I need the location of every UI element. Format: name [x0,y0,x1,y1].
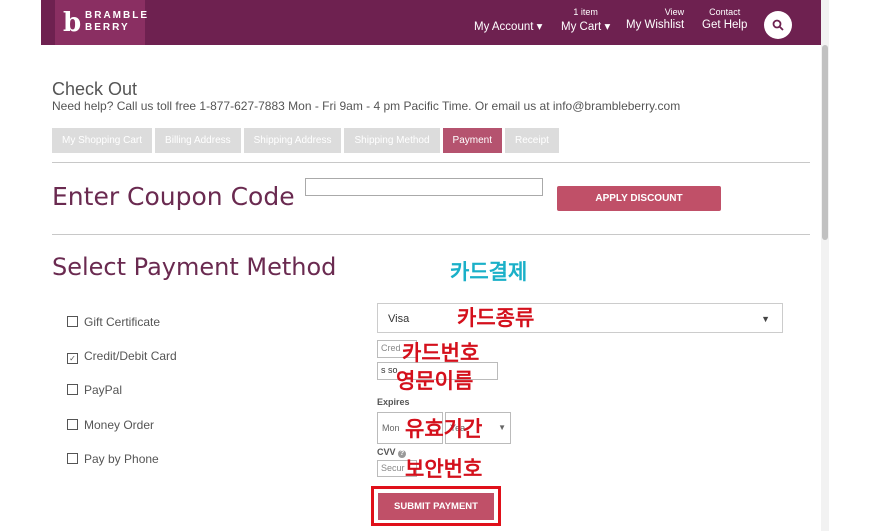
expires-label: Expires [377,397,410,407]
option-money-order[interactable]: Money Order [67,418,154,432]
checkbox-checked[interactable]: ✓ [67,353,78,364]
card-type-value: Visa [388,313,410,325]
payment-method-title: Select Payment Method [52,253,337,281]
annotation-card-payment: 카드결제 [450,260,528,284]
checkbox[interactable] [67,316,78,327]
logo-line-2: BERRY [85,22,130,33]
chevron-down-icon: ▼ [498,423,506,432]
cvv-label: CVV ? [377,447,407,458]
search-icon[interactable] [764,11,792,39]
option-label: Money Order [84,418,155,432]
my-account-link[interactable]: My Account ▾ [474,19,542,33]
annotation-expiry: 유효기간 [405,417,483,441]
brand-logo[interactable]: b BRAMBLE BERRY [55,0,147,45]
card-type-select[interactable]: Visa ▼ [377,303,783,333]
get-help-link[interactable]: Get Help [702,19,747,31]
page-scrollbar[interactable] [821,0,829,531]
chevron-down-icon: ▼ [761,314,770,324]
checkbox[interactable] [67,419,78,430]
apply-discount-button[interactable]: APPLY DISCOUNT [557,186,721,211]
nav-my-wishlist[interactable]: View My Wishlist [626,7,684,31]
option-credit-debit-card[interactable]: ✓ Credit/Debit Card [67,349,177,364]
nav-my-cart[interactable]: 1 item My Cart ▾ [561,7,610,33]
annotation-english-name: 영문이름 [396,369,474,393]
view-label: View [664,7,685,17]
logo-line-1: BRAMBLE [85,10,149,21]
contact-label: Contact [709,7,741,17]
my-cart-link[interactable]: My Cart ▾ [561,19,610,33]
logo-wordmark: BRAMBLE BERRY [85,10,149,34]
option-label: Credit/Debit Card [84,349,177,363]
tab-shipping-address[interactable]: Shipping Address [243,128,342,153]
checkbox[interactable] [67,453,78,464]
checkout-steps: My Shopping Cart Billing Address Shippin… [52,128,559,153]
nav-my-account[interactable]: My Account ▾ [474,7,542,33]
checkout-page: b BRAMBLE BERRY My Account ▾ 1 item My C… [41,0,821,531]
tab-billing-address[interactable]: Billing Address [155,128,241,153]
divider [52,162,810,163]
my-wishlist-link[interactable]: My Wishlist [626,19,684,31]
tab-my-shopping-cart[interactable]: My Shopping Cart [52,128,153,153]
option-label: Pay by Phone [84,452,159,466]
option-label: PayPal [84,383,123,397]
page-title: Check Out [52,79,138,99]
tab-payment[interactable]: Payment [442,128,503,153]
annotation-security-code: 보안번호 [405,457,483,481]
logo-mark: b [63,8,82,38]
search-glyph [772,19,784,31]
help-text: Need help? Call us toll free 1-877-627-7… [52,99,681,113]
option-gift-certificate[interactable]: Gift Certificate [67,315,160,329]
scrollbar-thumb[interactable] [822,45,828,240]
tab-receipt[interactable]: Receipt [505,128,559,153]
submit-payment-button[interactable]: SUBMIT PAYMENT [378,493,494,520]
divider [52,234,810,235]
annotation-card-number: 카드번호 [402,341,480,365]
cvv-label-text: CVV [377,447,396,457]
coupon-label: Enter Coupon Code [52,182,295,211]
nav-get-help[interactable]: Contact Get Help [702,7,747,31]
checkbox[interactable] [67,384,78,395]
tab-shipping-method[interactable]: Shipping Method [344,128,440,153]
option-paypal[interactable]: PayPal [67,383,122,397]
coupon-input[interactable] [305,178,543,196]
site-header: b BRAMBLE BERRY My Account ▾ 1 item My C… [41,0,821,45]
annotation-card-type: 카드종류 [457,306,535,330]
cart-count: 1 item [573,7,598,17]
option-pay-by-phone[interactable]: Pay by Phone [67,452,159,466]
option-label: Gift Certificate [84,315,161,329]
